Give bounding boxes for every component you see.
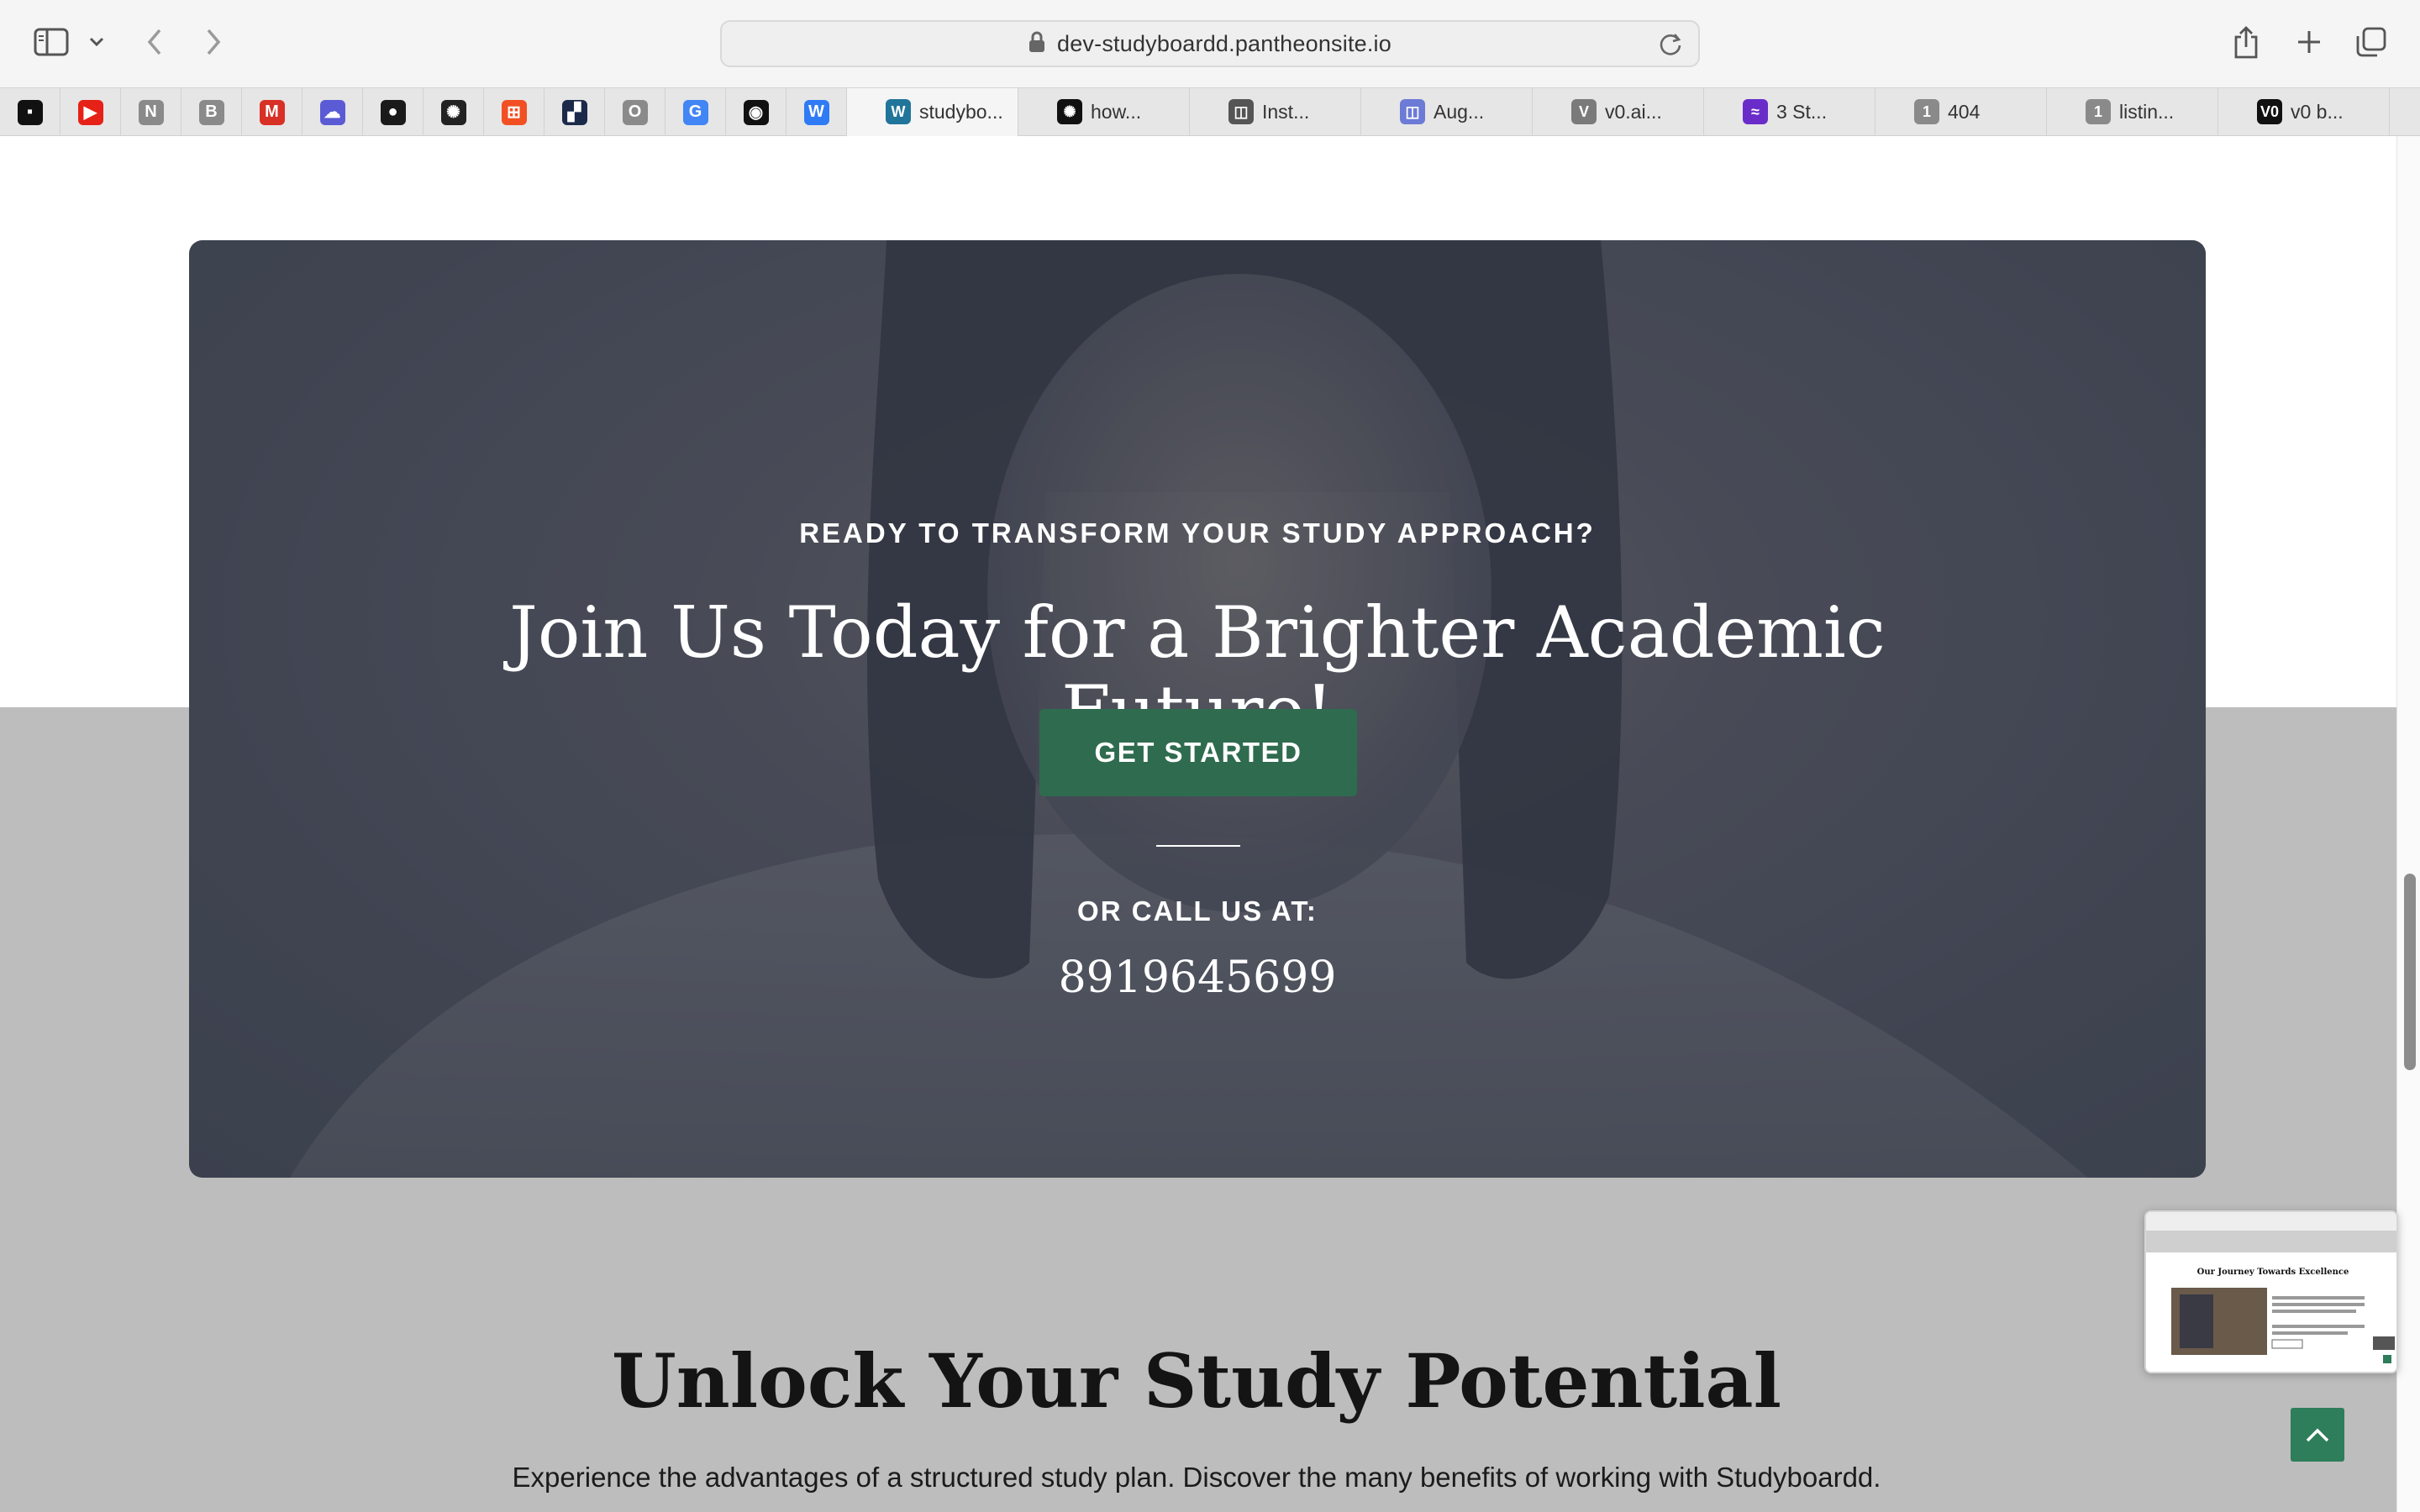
- hero-eyebrow: READY TO TRANSFORM YOUR STUDY APPROACH?: [799, 517, 1596, 549]
- google-icon: G: [682, 99, 708, 125]
- tab-strip: ▪ ▶ N B M ☁ ● ✺ ⊞ ▞ O G ◉ W Wstudybo... ✺ how... ◫ Inst...…: [0, 87, 2420, 136]
- github-icon: ●: [380, 99, 406, 125]
- tab-favicon-icon: 1: [1914, 99, 1939, 124]
- chevron-up-icon: [2306, 1428, 2329, 1442]
- preview-image: [2146, 1212, 2396, 1363]
- tab-overview-icon[interactable]: [2354, 25, 2388, 59]
- tab-favicon-icon: ≈: [1743, 99, 1768, 124]
- pinned-tab-youtube[interactable]: ▶: [60, 88, 121, 136]
- hero-divider: [1156, 845, 1240, 847]
- pinned-b-icon: B: [198, 99, 224, 125]
- share-icon[interactable]: [2232, 24, 2260, 60]
- tab-label: Inst...: [1262, 101, 1310, 123]
- notion-icon: N: [138, 99, 164, 125]
- pinned-tab-github[interactable]: ●: [363, 88, 424, 136]
- browser-tab-9[interactable]: V0 v0 b...: [2218, 88, 2390, 136]
- pinned-black-icon: ◉: [743, 99, 769, 125]
- tab-favicon-icon: ◫: [1400, 99, 1425, 124]
- cta-hero-banner: READY TO TRANSFORM YOUR STUDY APPROACH? …: [189, 240, 2206, 1178]
- tab-label: 3 St...: [1776, 101, 1828, 123]
- pinned-tab-pinned-dark[interactable]: ▞: [544, 88, 605, 136]
- tab-label: Aug...: [1434, 101, 1485, 123]
- browser-tab-3[interactable]: ◫ Inst...: [1190, 88, 1361, 136]
- pinned-tab-pinned-w[interactable]: W: [786, 88, 847, 136]
- pinned-w-icon: W: [803, 99, 829, 125]
- section-title: Unlock Your Study Potential: [611, 1337, 1781, 1425]
- tab-label: how...: [1091, 101, 1142, 123]
- tab-label: studybo...: [919, 101, 1003, 123]
- tab-label: 404: [1948, 101, 1981, 123]
- pinned-tab-pinned-o[interactable]: O: [605, 88, 666, 136]
- pinned-site-1-icon: ▪: [17, 99, 43, 125]
- tab-label: listin...: [2119, 101, 2175, 123]
- tab-favicon-icon: V: [1571, 99, 1597, 124]
- pinned-tab-google[interactable]: G: [666, 88, 726, 136]
- youtube-icon: ▶: [77, 99, 103, 125]
- pinned-tab-openai[interactable]: ✺: [424, 88, 484, 136]
- browser-tab-1[interactable]: Wstudybo...: [847, 88, 1018, 136]
- phone-number[interactable]: 8919645699: [189, 953, 2206, 1003]
- web-page: READY TO TRANSFORM YOUR STUDY APPROACH? …: [0, 136, 2420, 1512]
- get-started-button[interactable]: GET STARTED: [1039, 709, 1357, 796]
- browser-tab-6[interactable]: ≈3 St...: [1704, 88, 1876, 136]
- browser-toolbar: dev-studyboardd.pantheonsite.io: [0, 0, 2420, 87]
- browser-tab-8[interactable]: 1 listin...: [2047, 88, 2218, 136]
- pinned-tab-cloud[interactable]: ☁: [302, 88, 363, 136]
- tab-label: v0 b...: [2291, 101, 2344, 123]
- url-text: dev-studyboardd.pantheonsite.io: [1057, 30, 1392, 56]
- scrollbar-thumb[interactable]: [2404, 874, 2416, 1070]
- address-bar[interactable]: dev-studyboardd.pantheonsite.io: [720, 20, 1700, 67]
- tab-favicon-icon: ◫: [1228, 99, 1254, 124]
- tab-favicon-icon: W: [886, 99, 911, 124]
- browser-tab-7[interactable]: 1 404: [1876, 88, 2047, 136]
- section-subtitle: Experience the advantages of a structure…: [512, 1462, 1881, 1493]
- sidebar-toggle-icon[interactable]: [34, 27, 69, 57]
- tab-label: v0.ai...: [1605, 101, 1662, 123]
- pinned-dark-icon: ▞: [561, 99, 587, 125]
- forward-arrow-icon[interactable]: [200, 25, 227, 59]
- pinned-tab-microsoft[interactable]: ⊞: [484, 88, 544, 136]
- chevron-down-icon[interactable]: [87, 34, 106, 50]
- tab-favicon-icon: 1: [2086, 99, 2111, 124]
- pinned-o-icon: O: [622, 99, 648, 125]
- back-to-top-button[interactable]: [2291, 1408, 2344, 1462]
- pinned-tab-pinned-black[interactable]: ◉: [726, 88, 786, 136]
- screenshot-preview-thumbnail[interactable]: Our Journey Towards Excellence: [2144, 1210, 2398, 1373]
- cloud-icon: ☁: [319, 99, 345, 125]
- microsoft-icon: ⊞: [501, 99, 527, 125]
- browser-tab-4[interactable]: ◫ Aug...: [1361, 88, 1533, 136]
- reload-icon[interactable]: [1658, 32, 1683, 61]
- tab-favicon-icon: ✺: [1057, 99, 1082, 124]
- call-us-label: OR CALL US AT:: [1077, 895, 1318, 927]
- pinned-tab-notion[interactable]: N: [121, 88, 182, 136]
- pinned-tab-gmail[interactable]: M: [242, 88, 302, 136]
- browser-tab-5[interactable]: Vv0.ai...: [1533, 88, 1704, 136]
- pinned-tab-pinned-b[interactable]: B: [182, 88, 242, 136]
- openai-icon: ✺: [440, 99, 466, 125]
- lock-icon: [1028, 31, 1045, 57]
- preview-title: Our Journey Towards Excellence: [2196, 1268, 2349, 1277]
- gmail-icon: M: [259, 99, 285, 125]
- new-tab-plus-icon[interactable]: [2294, 27, 2324, 57]
- back-arrow-icon[interactable]: [141, 25, 168, 59]
- tab-favicon-icon: V0: [2257, 99, 2282, 124]
- hero-content: READY TO TRANSFORM YOUR STUDY APPROACH? …: [189, 240, 2206, 1178]
- pinned-tab-pinned-site-1[interactable]: ▪: [0, 88, 60, 136]
- page-scrollbar[interactable]: [2396, 136, 2420, 1512]
- browser-tab-2[interactable]: ✺ how...: [1018, 88, 1190, 136]
